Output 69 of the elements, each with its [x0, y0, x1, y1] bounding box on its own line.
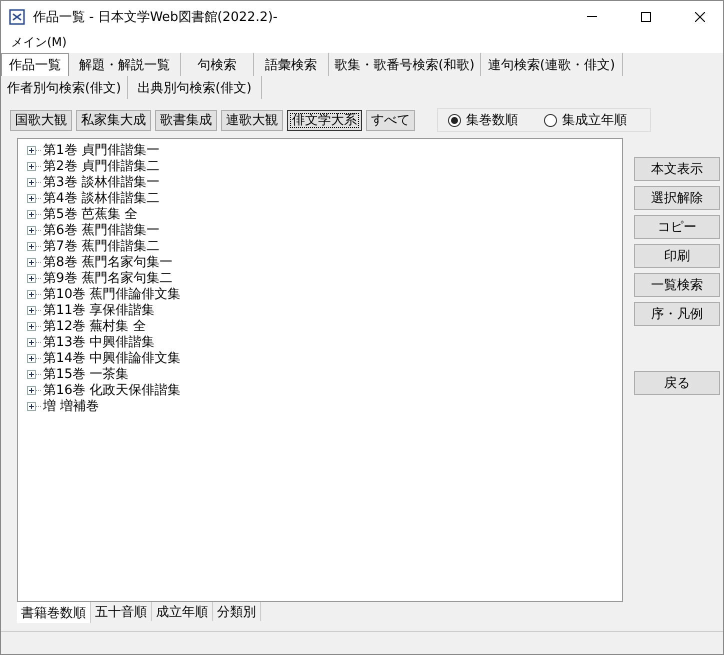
- expand-icon[interactable]: [27, 322, 42, 330]
- tree-item[interactable]: 第2巻 貞門俳諧集二: [43, 157, 160, 175]
- tab[interactable]: 歌集・歌番号検索(和歌): [329, 53, 481, 76]
- tab[interactable]: 解題・解説一覧: [69, 53, 181, 76]
- expand-icon[interactable]: [27, 370, 42, 378]
- action-button[interactable]: コピー: [634, 215, 720, 239]
- menu-item[interactable]: メイン(M): [7, 34, 71, 51]
- tree-item[interactable]: 第14巻 中興俳論俳文集: [43, 349, 181, 367]
- tree-item[interactable]: 第5巻 芭蕉集 全: [43, 205, 138, 223]
- expand-icon[interactable]: [27, 290, 42, 298]
- expand-icon[interactable]: [27, 258, 42, 266]
- expand-icon[interactable]: [27, 306, 42, 314]
- tab[interactable]: 書籍巻数順: [17, 602, 91, 623]
- tree-item[interactable]: 第9巻 蕉門名家句集二: [43, 269, 172, 287]
- collection-button[interactable]: 連歌大観: [221, 110, 283, 130]
- window-title: 作品一覧 - 日本文学Web図書館(2022.2)-: [33, 8, 279, 26]
- tree-item[interactable]: 第13巻 中興俳諧集: [43, 333, 155, 351]
- expand-icon[interactable]: [27, 226, 42, 234]
- tree-item[interactable]: 第11巻 享保俳諧集: [43, 301, 155, 319]
- expand-icon[interactable]: [27, 386, 42, 394]
- tree-item[interactable]: 第15巻 一茶集: [43, 365, 129, 383]
- tab[interactable]: 出典別句検索(俳文): [128, 76, 262, 99]
- collection-button[interactable]: 俳文学大系: [287, 110, 362, 130]
- tab[interactable]: 作品一覧: [1, 53, 69, 76]
- tab[interactable]: 分類別: [213, 602, 261, 621]
- tab[interactable]: 語彙検索: [254, 53, 329, 76]
- expand-icon[interactable]: [27, 178, 42, 186]
- maximize-icon: [641, 12, 651, 22]
- tab[interactable]: 成立年順: [152, 602, 213, 621]
- expand-icon[interactable]: [27, 242, 42, 250]
- expand-icon[interactable]: [27, 354, 42, 362]
- expand-icon[interactable]: [27, 274, 42, 282]
- expand-icon[interactable]: [27, 210, 42, 218]
- expand-icon[interactable]: [27, 146, 42, 154]
- tab[interactable]: 句検索: [181, 53, 254, 76]
- radio-button[interactable]: [448, 114, 461, 126]
- tree-item[interactable]: 増 増補巻: [43, 397, 100, 415]
- tab[interactable]: 五十音順: [91, 602, 152, 621]
- tree-item[interactable]: 第3巻 談林俳諧集一: [43, 173, 160, 191]
- tab[interactable]: 連句検索(連歌・俳文): [481, 53, 623, 76]
- action-button[interactable]: 一覧検索: [634, 273, 720, 297]
- collection-button[interactable]: 歌書集成: [155, 110, 217, 130]
- close-icon: [695, 12, 705, 22]
- action-button[interactable]: 本文表示: [634, 157, 720, 181]
- action-button[interactable]: 序・凡例: [634, 302, 720, 326]
- action-button[interactable]: 印刷: [634, 244, 720, 268]
- tree-item[interactable]: 第6巻 蕉門俳諧集一: [43, 221, 160, 239]
- expand-icon[interactable]: [27, 194, 42, 202]
- tree-item[interactable]: 第12巻 蕪村集 全: [43, 317, 146, 335]
- radio-button[interactable]: [544, 114, 557, 126]
- tree-item[interactable]: 第1巻 貞門俳諧集一: [43, 141, 160, 159]
- collection-button[interactable]: 国歌大観: [10, 110, 72, 130]
- tab[interactable]: 作者別句検索(俳文): [1, 76, 128, 99]
- expand-icon[interactable]: [27, 338, 42, 346]
- radio-label[interactable]: 集成立年順: [562, 111, 627, 129]
- tree-item[interactable]: 第10巻 蕉門俳論俳文集: [43, 285, 181, 303]
- tree-item[interactable]: 第4巻 談林俳諧集二: [43, 189, 160, 207]
- collection-button[interactable]: 私家集大成: [76, 110, 151, 130]
- back-button[interactable]: 戻る: [634, 371, 720, 395]
- app-icon: [9, 8, 25, 24]
- radio-label[interactable]: 集巻数順: [466, 111, 518, 129]
- collection-button[interactable]: すべて: [366, 110, 415, 130]
- expand-icon[interactable]: [27, 402, 42, 410]
- tree-item[interactable]: 第16巻 化政天保俳諧集: [43, 381, 181, 399]
- expand-icon[interactable]: [27, 162, 42, 170]
- tree-item[interactable]: 第7巻 蕉門俳諧集二: [43, 237, 160, 255]
- minimize-icon: [587, 16, 597, 17]
- tree-item[interactable]: 第8巻 蕉門名家句集一: [43, 253, 172, 271]
- action-button[interactable]: 選択解除: [634, 186, 720, 210]
